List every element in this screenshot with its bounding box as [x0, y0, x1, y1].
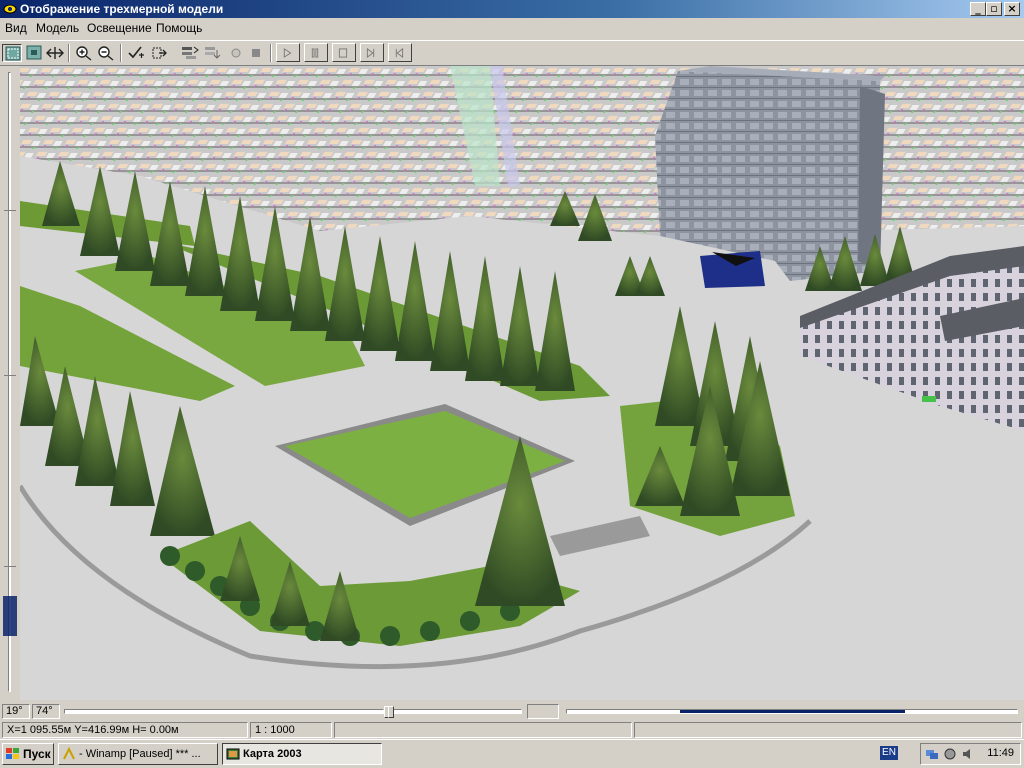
maximize-button[interactable]: ▫ [986, 2, 1002, 16]
status-empty-2 [634, 722, 1022, 738]
check-transform-icon[interactable] [126, 44, 146, 62]
start-label: Пуск [23, 747, 51, 761]
taskbar: Пуск - Winamp [Paused] *** ... Карта 200… [0, 739, 1024, 768]
menu-help[interactable]: Помощь [156, 21, 202, 35]
winamp-icon [63, 747, 75, 760]
slider-tick [4, 375, 16, 376]
scale-readout: 1 : 1000 [250, 722, 332, 738]
clock: 11:49 [987, 747, 1014, 759]
select-object-icon[interactable] [24, 44, 44, 62]
toolbar-separator [270, 44, 272, 62]
toolbar-separator [68, 44, 70, 62]
status-empty-1 [334, 722, 632, 738]
horizontal-slider-3[interactable] [566, 706, 1018, 716]
slider-tick [4, 210, 16, 211]
layers-icon[interactable] [180, 44, 200, 62]
minimize-button[interactable]: _ [970, 2, 986, 16]
pause-icon[interactable] [304, 43, 328, 62]
task-label: Карта 2003 [243, 748, 302, 760]
3d-viewport[interactable] [20, 66, 1024, 700]
start-button[interactable]: Пуск [2, 743, 54, 765]
language-indicator[interactable]: EN [880, 746, 898, 760]
pan-icon[interactable] [45, 44, 65, 62]
task-label: - Winamp [Paused] *** ... [79, 748, 201, 760]
zoom-out-icon[interactable] [96, 44, 116, 62]
window-title: Отображение трехмерной модели [20, 2, 224, 16]
menu-model[interactable]: Модель [36, 21, 79, 35]
slider-thumb[interactable] [3, 596, 17, 636]
next-frame-icon[interactable] [360, 43, 384, 62]
first-frame-icon[interactable] [388, 43, 412, 62]
menu-view[interactable]: Вид [5, 21, 27, 35]
volume-icon[interactable] [943, 747, 957, 761]
title-bar: Отображение трехмерной модели _ ▫ × [0, 0, 1024, 18]
slider-thumb[interactable] [388, 706, 394, 718]
tilt-angle: 19° [2, 704, 30, 719]
network-icon[interactable] [925, 747, 939, 761]
scene-render [20, 66, 1024, 700]
vertical-zoom-slider[interactable] [0, 66, 20, 700]
task-map-2003[interactable]: Карта 2003 [222, 743, 382, 765]
slider-value-box [527, 704, 559, 719]
slider-range [680, 710, 905, 713]
rotate-view-icon[interactable] [149, 44, 169, 62]
horizontal-slider-1[interactable] [64, 706, 390, 718]
speaker-icon[interactable] [961, 747, 975, 761]
close-button[interactable]: × [1004, 2, 1020, 16]
status-bar: X=1 095.55м Y=416.99м H= 0.00м 1 : 1000 [0, 721, 1024, 739]
zoom-in-icon[interactable] [74, 44, 94, 62]
view-controls-bar: 19° 74° [0, 703, 1024, 721]
coordinates-readout: X=1 095.55м Y=416.99м H= 0.00м [2, 722, 248, 738]
windows-logo-icon [6, 748, 19, 759]
task-winamp[interactable]: - Winamp [Paused] *** ... [58, 743, 218, 765]
layers-down-icon[interactable] [203, 44, 223, 62]
select-frame-icon[interactable] [2, 44, 22, 62]
toolbar-separator [120, 44, 122, 62]
toolbar [0, 40, 1024, 66]
stop-icon[interactable] [332, 43, 356, 62]
app-icon [3, 4, 17, 14]
system-tray: 11:49 [920, 743, 1021, 765]
slider-tick [4, 566, 16, 567]
menu-lighting[interactable]: Освещение [87, 21, 152, 35]
stop-square-icon[interactable] [246, 44, 266, 62]
horizontal-slider-2[interactable] [388, 706, 522, 718]
record-icon[interactable] [226, 44, 246, 62]
play-icon[interactable] [276, 43, 300, 62]
rotation-angle: 74° [32, 704, 60, 719]
map-app-icon [226, 748, 240, 760]
menu-bar: Вид Модель Освещение Помощь [0, 18, 1024, 38]
